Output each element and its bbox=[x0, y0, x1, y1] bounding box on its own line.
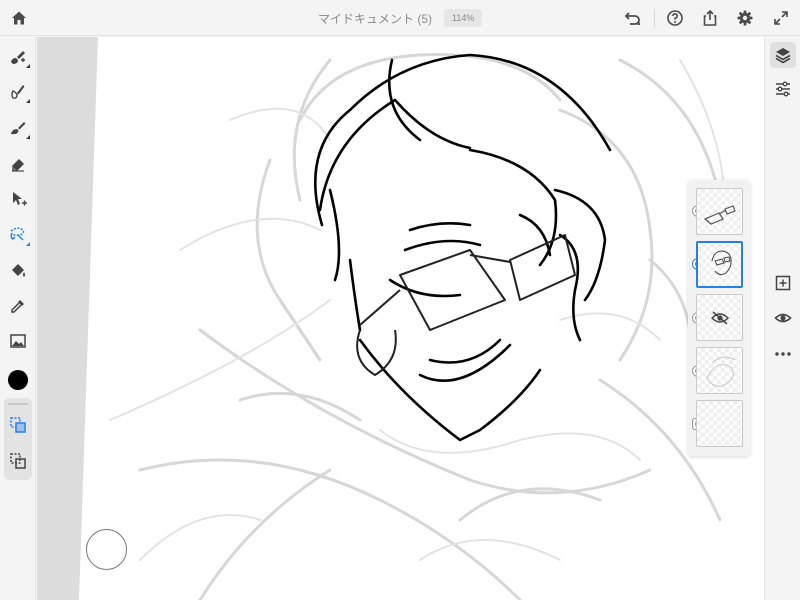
transparency-grid bbox=[697, 401, 742, 446]
pixel-brush-icon[interactable] bbox=[6, 45, 30, 69]
image-icon[interactable] bbox=[6, 329, 30, 353]
transform-icon[interactable] bbox=[6, 187, 30, 211]
settings-icon[interactable] bbox=[734, 7, 756, 29]
visibility-icon[interactable] bbox=[770, 305, 796, 331]
zoom-level[interactable]: 114% bbox=[444, 9, 483, 27]
layer-properties-icon[interactable] bbox=[770, 76, 796, 102]
selection-subtract-icon[interactable] bbox=[7, 450, 29, 472]
color-swatch[interactable] bbox=[8, 370, 28, 390]
help-icon[interactable] bbox=[664, 7, 686, 29]
lasso-selection-icon[interactable] bbox=[6, 223, 30, 247]
vector-brush-icon[interactable] bbox=[6, 116, 30, 140]
layer-thumbnail-glasses[interactable] bbox=[696, 188, 743, 235]
layer-thumbnail-line-art[interactable] bbox=[696, 241, 743, 288]
selection-tools-group bbox=[4, 398, 32, 480]
selection-add-icon[interactable] bbox=[7, 414, 29, 436]
top-bar: マイドキュメント (5) 114% bbox=[0, 0, 800, 36]
layer-thumbnail-background[interactable] bbox=[696, 400, 743, 447]
fullscreen-icon[interactable] bbox=[770, 7, 792, 29]
hidden-layer-icon bbox=[710, 310, 730, 326]
drawing-canvas[interactable] bbox=[37, 37, 764, 600]
eyedropper-icon[interactable] bbox=[6, 294, 30, 318]
layers-panel bbox=[688, 180, 750, 456]
add-layer-icon[interactable] bbox=[770, 270, 796, 296]
fill-icon[interactable] bbox=[6, 259, 30, 283]
brush-cursor bbox=[86, 529, 127, 570]
divider bbox=[654, 9, 655, 27]
share-icon[interactable] bbox=[699, 7, 721, 29]
undo-icon[interactable] bbox=[622, 7, 644, 29]
home-icon[interactable] bbox=[8, 7, 30, 29]
layer-thumbnail-sketch[interactable] bbox=[696, 347, 743, 394]
right-toolbar bbox=[764, 36, 800, 600]
eraser-icon[interactable] bbox=[6, 152, 30, 176]
group-handle[interactable] bbox=[8, 403, 28, 405]
artwork bbox=[79, 37, 764, 600]
layer-thumbnail-hidden[interactable] bbox=[696, 294, 743, 341]
app-root: マイドキュメント (5) 114% bbox=[0, 0, 800, 600]
layers-icon[interactable] bbox=[770, 42, 796, 68]
more-icon[interactable] bbox=[770, 341, 796, 367]
live-brush-icon[interactable] bbox=[6, 80, 30, 104]
left-toolbar bbox=[0, 36, 36, 600]
document-title[interactable]: マイドキュメント (5) bbox=[318, 10, 432, 27]
